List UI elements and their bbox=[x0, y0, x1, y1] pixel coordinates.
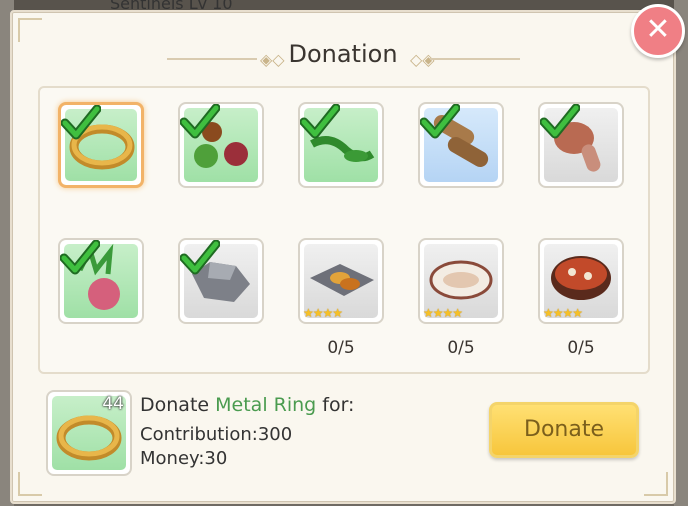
item-count: 0/5 bbox=[447, 338, 475, 358]
item-slot-wood-logs[interactable] bbox=[418, 102, 504, 188]
check-icon bbox=[180, 240, 220, 275]
background-right bbox=[674, 0, 688, 506]
rating-stars: ★★★★ bbox=[543, 306, 583, 320]
money-reward: Money:30 bbox=[140, 448, 228, 469]
close-icon: ✕ bbox=[645, 12, 671, 47]
item-count: 0/5 bbox=[567, 338, 595, 358]
item-slot-mushroom[interactable] bbox=[538, 102, 624, 188]
item-count: 0/5 bbox=[327, 338, 355, 358]
check-icon bbox=[540, 104, 580, 139]
check-icon bbox=[420, 104, 460, 139]
donate-description: Donate Metal Ring for: bbox=[140, 394, 354, 416]
corner-ornament bbox=[18, 472, 42, 496]
donate-button[interactable]: Donate bbox=[489, 402, 639, 458]
check-icon bbox=[300, 104, 340, 139]
corner-ornament bbox=[644, 472, 668, 496]
donation-items-grid: ★★★★ ★★★★ ★★★★ 0/5 0/5 0/5 bbox=[38, 86, 650, 374]
check-icon bbox=[180, 104, 220, 139]
selected-item-slot: 44 bbox=[46, 390, 132, 476]
item-slot-stone[interactable] bbox=[178, 238, 264, 324]
item-slot-berries[interactable] bbox=[178, 102, 264, 188]
item-slot-metal-ring[interactable] bbox=[58, 102, 144, 188]
check-icon bbox=[61, 105, 101, 140]
title-divider bbox=[430, 58, 520, 60]
item-slot-fried-dish[interactable]: ★★★★ bbox=[298, 238, 384, 324]
rating-stars: ★★★★ bbox=[303, 306, 343, 320]
rating-stars: ★★★★ bbox=[423, 306, 463, 320]
contribution-reward: Contribution:300 bbox=[140, 424, 293, 445]
selected-item-name: Metal Ring bbox=[215, 394, 317, 416]
dialog-title: Donation bbox=[288, 40, 398, 68]
title-row: ◈◇ Donation ◇◈ bbox=[12, 36, 674, 76]
item-slot-herb-leaves[interactable] bbox=[298, 102, 384, 188]
item-slot-stew-bowl[interactable]: ★★★★ bbox=[538, 238, 624, 324]
item-quantity: 44 bbox=[102, 394, 124, 414]
donate-suffix: for: bbox=[322, 394, 355, 416]
item-slot-dragon-fruit[interactable] bbox=[58, 238, 144, 324]
close-button[interactable]: ✕ bbox=[631, 4, 685, 58]
check-icon bbox=[60, 240, 100, 275]
item-slot-soup-bowl[interactable]: ★★★★ bbox=[418, 238, 504, 324]
donate-prefix: Donate bbox=[140, 394, 210, 416]
